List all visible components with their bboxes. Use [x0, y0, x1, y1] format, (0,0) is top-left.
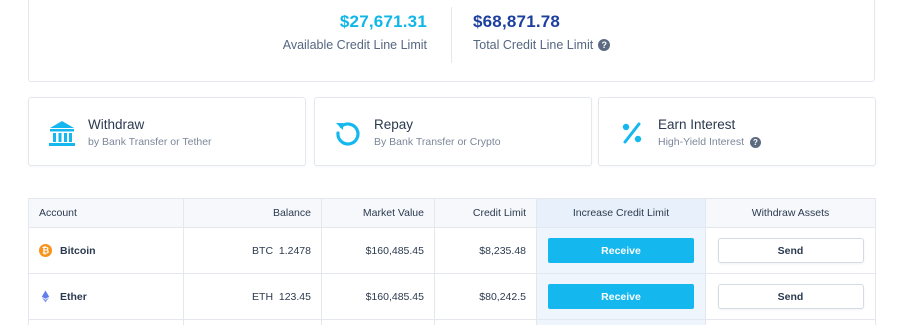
receive-button[interactable]: Receive — [548, 284, 694, 309]
earn-interest-subtitle: High-Yield Interest ? — [658, 136, 761, 148]
total-credit-label: Total Credit Line Limit ? — [473, 38, 611, 52]
balance-symbol: ETH — [252, 290, 274, 303]
table-row: ₿ Bitcoin BTC 1.2478 $160,485.45 $8,235.… — [28, 227, 876, 274]
receive-button[interactable]: Receive — [548, 238, 694, 263]
bank-icon — [49, 121, 75, 146]
total-credit-label-text: Total Credit Line Limit — [473, 38, 594, 52]
credit-summary-card: $27,671.31 Available Credit Line Limit $… — [28, 0, 875, 82]
table-row: Ether ETH 123.45 $160,485.45 $80,242.5 R… — [28, 273, 876, 320]
available-credit-label: Available Credit Line Limit — [283, 38, 427, 52]
withdraw-title: Withdraw — [88, 117, 145, 132]
market-value-cell: $160,485.45 — [321, 273, 435, 320]
available-credit-metric: $27,671.31 Available Credit Line Limit — [283, 11, 427, 52]
assets-table: Account Balance Market Value Credit Limi… — [28, 198, 876, 325]
help-icon[interactable]: ? — [598, 39, 611, 51]
refresh-icon — [336, 122, 360, 146]
balance-symbol: BTC — [252, 244, 274, 257]
available-credit-label-text: Available Credit Line Limit — [282, 38, 427, 52]
svg-text:₿: ₿ — [42, 246, 49, 256]
account-ether[interactable]: Ether — [39, 290, 173, 303]
increase-credit-cell: Receive — [536, 273, 706, 320]
account-bitcoin[interactable]: ₿ Bitcoin — [39, 244, 173, 257]
available-credit-value: $27,671.31 — [339, 12, 427, 31]
account-name: Bitcoin — [60, 244, 96, 257]
account-name: Ether — [60, 290, 87, 303]
column-header-withdraw-assets: Withdraw Assets — [705, 198, 876, 228]
balance-cell: BTC 1.2478 — [183, 227, 322, 274]
withdraw-assets-cell: Send — [705, 227, 876, 274]
repay-subtitle-text: By Bank Transfer or Crypto — [374, 136, 501, 148]
table-row-partial — [28, 319, 876, 325]
repay-subtitle: By Bank Transfer or Crypto — [374, 136, 501, 148]
column-header-increase-credit-limit: Increase Credit Limit — [536, 198, 706, 228]
send-button[interactable]: Send — [717, 284, 864, 309]
earn-interest-card[interactable]: Earn Interest High-Yield Interest ? — [598, 97, 876, 166]
credit-limit-cell: $80,242.5 — [434, 273, 537, 320]
ether-icon — [41, 290, 50, 303]
withdraw-subtitle: by Bank Transfer or Tether — [88, 136, 212, 148]
percent-icon — [622, 122, 642, 144]
bitcoin-icon: ₿ — [39, 244, 52, 257]
total-credit-metric: $68,871.78 Total Credit Line Limit ? — [473, 11, 611, 52]
repay-card[interactable]: Repay By Bank Transfer or Crypto — [314, 97, 592, 166]
column-header-credit-limit: Credit Limit — [434, 198, 537, 228]
account-cell: ₿ Bitcoin — [28, 227, 184, 274]
summary-divider — [451, 7, 452, 63]
withdraw-assets-cell: Send — [705, 273, 876, 320]
column-header-market-value: Market Value — [321, 198, 435, 228]
account-cell: Ether — [28, 273, 184, 320]
credit-limit-cell: $8,235.48 — [434, 227, 537, 274]
earn-interest-subtitle-text: High-Yield Interest — [658, 136, 744, 148]
send-button[interactable]: Send — [717, 238, 864, 263]
table-header-row: Account Balance Market Value Credit Limi… — [28, 198, 876, 228]
total-credit-value: $68,871.78 — [473, 12, 561, 31]
repay-title: Repay — [374, 117, 414, 132]
balance-cell: ETH 123.45 — [183, 273, 322, 320]
balance-amount: 123.45 — [278, 290, 311, 303]
increase-credit-cell: Receive — [536, 227, 706, 274]
column-header-account: Account — [28, 198, 184, 228]
withdraw-subtitle-text: by Bank Transfer or Tether — [88, 136, 212, 148]
withdraw-card[interactable]: Withdraw by Bank Transfer or Tether — [28, 97, 306, 166]
balance-amount: 1.2478 — [278, 244, 311, 257]
column-header-balance: Balance — [183, 198, 322, 228]
earn-interest-title: Earn Interest — [658, 117, 736, 132]
help-icon[interactable]: ? — [749, 136, 761, 148]
market-value-cell: $160,485.45 — [321, 227, 435, 274]
